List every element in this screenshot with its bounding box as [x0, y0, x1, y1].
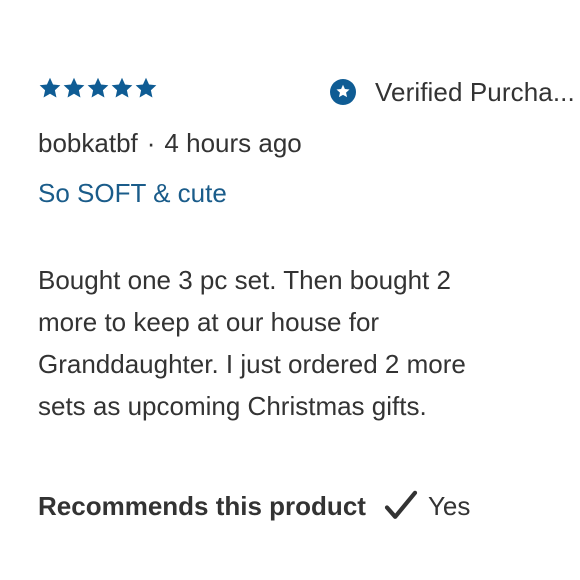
recommend-value: Yes [427, 491, 471, 521]
review-header: Verified Purcha... [38, 76, 580, 108]
review-body-line: Granddaughter. I just ordered 2 more [38, 349, 466, 379]
star-icon [63, 77, 85, 98]
review-headline: So SOFT & cute [38, 178, 227, 208]
review-card: Verified Purcha... bobkatbf · 4 hours ago … [0, 0, 580, 580]
star-icon [111, 77, 133, 98]
review-author: bobkatbf [38, 128, 138, 158]
star-icon [135, 77, 157, 98]
review-body-line: more to keep at our house for [38, 307, 380, 337]
recommendation: Recommends this product Yes [38, 486, 470, 526]
verified-purchase-label: Verified Purcha... [375, 77, 575, 107]
star-icon [39, 77, 61, 98]
verified-badge-icon [330, 79, 356, 105]
star-rating [38, 76, 158, 100]
recommend-label: Recommends this product [38, 491, 366, 521]
review-body-line: sets as upcoming Christmas gifts. [38, 391, 427, 421]
review-meta: bobkatbf · 4 hours ago [38, 126, 302, 160]
verified-purchase-badge: Verified Purcha... [329, 76, 575, 108]
review-time: 4 hours ago [164, 128, 302, 158]
review-body-line: Bought one 3 pc set. Then bought 2 [38, 265, 451, 295]
meta-separator: · [146, 128, 156, 158]
checkmark-icon [384, 490, 418, 519]
review-body: Bought one 3 pc set. Then bought 2 more … [38, 259, 558, 427]
star-icon [87, 77, 109, 98]
